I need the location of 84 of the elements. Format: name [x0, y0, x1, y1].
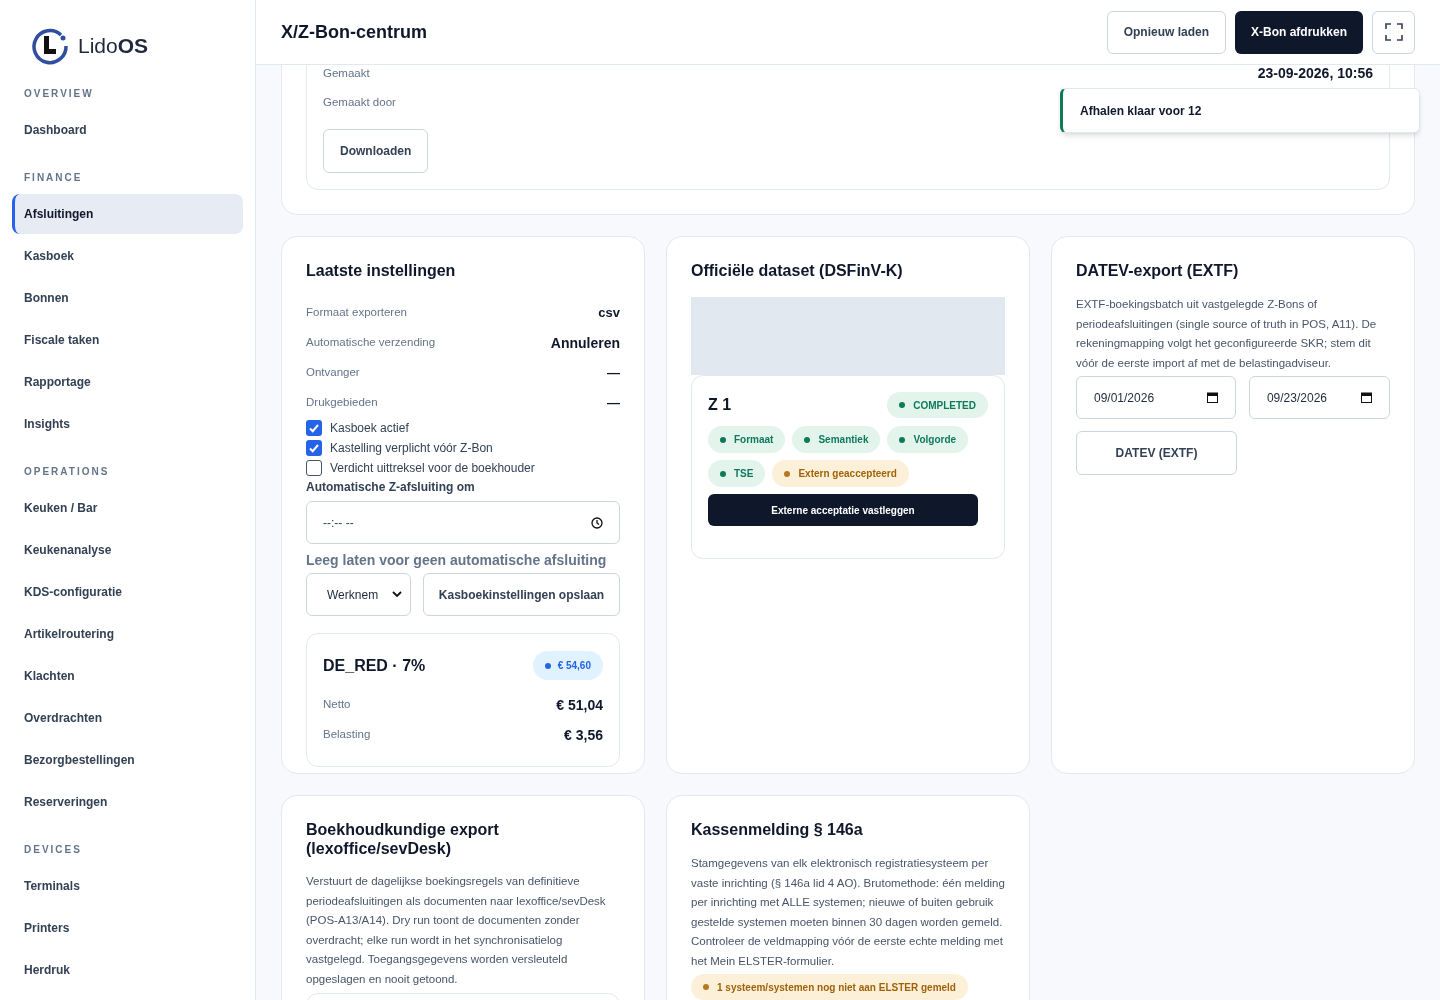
setting-value: csv — [598, 304, 620, 323]
fullscreen-button[interactable] — [1372, 10, 1415, 54]
setting-label: Automatische verzending — [306, 335, 436, 351]
print-button[interactable]: X-Bon afdrukken — [1235, 10, 1363, 54]
date-field[interactable]: 09/23/2026 — [1248, 376, 1390, 419]
nav-item[interactable]: Bonnen — [12, 278, 243, 318]
toast-notification: Afhalen klaar voor 12 — [1060, 88, 1420, 133]
status-tag: TSE — [708, 460, 766, 487]
status-tag: Volgorde — [887, 426, 969, 453]
checkbox-label: Kasboek actief — [330, 420, 409, 437]
checkbox[interactable] — [306, 440, 322, 456]
setting-value: — — [607, 364, 620, 383]
record-acceptance-button[interactable]: Externe acceptatie vastleggen — [708, 494, 978, 526]
setting-value: — — [607, 394, 620, 413]
field-label: Automatische Z-afsluiting om — [306, 479, 476, 496]
nav-item[interactable]: Overdrachten — [12, 698, 243, 738]
page-title: X/Z-Bon-centrum — [281, 20, 428, 44]
logo-text: LidoOS — [78, 33, 149, 60]
fullscreen-icon — [1384, 23, 1403, 41]
nav-item[interactable]: Terminals — [12, 866, 243, 906]
section-heading: DEVICES — [23, 843, 83, 857]
nav-item[interactable]: Keuken / Bar — [12, 488, 243, 528]
nav-item[interactable]: Dashboard — [12, 110, 243, 150]
status-tag: Extern geaccepteerd — [772, 460, 909, 487]
status-tag: 1 systeem/systemen nog niet aan ELSTER gemeld — [691, 974, 968, 1000]
tax-title: DE_RED · 7% — [323, 655, 426, 676]
checkbox-label: Verdicht uittreksel voor de boekhouder — [330, 460, 535, 477]
time-value: --:-- -- — [323, 514, 354, 532]
download-button[interactable]: Downloaden — [323, 129, 429, 173]
chevron-down-icon — [392, 591, 402, 598]
amount-value: € 3,56 — [564, 725, 603, 745]
nav-item[interactable]: Afsluitingen — [12, 194, 243, 234]
amount-label: Netto — [323, 697, 351, 713]
nav-item[interactable]: Printers — [12, 908, 243, 948]
reload-button[interactable]: Opnieuw laden — [1106, 10, 1226, 54]
description-text: Stamgegevens van elk elektronisch registratiesysteem per vaste inrichting (§ 146a lid 4 AO). Brutomethode: één melding per inrichting met ALLE systemen; nieuwe of buiten gebruik gestelde systemen moeten binnen 30 dagen worden gemeld. Controleer de veldmapping vóór de eerste echte melding met het Mein ELSTER-formulier. — [691, 856, 1005, 969]
section-heading: OVERVIEW — [23, 87, 95, 101]
setting-value: Annuleren — [550, 333, 620, 353]
setting-label: Drukgebieden — [306, 395, 378, 411]
nav-item[interactable]: Artikelroutering — [12, 614, 243, 654]
detail-label: Gemaakt — [323, 65, 370, 81]
description-text: Verstuurt de dagelijkse boekingsregels van definitieve periodeafsluitingen als documenten naar lexoffice/sevDesk (POS-A13/A14). Dry run toont de documenten zonder overdracht; elke run wordt in het synchronisatielog vastgelegd. Toegangsgegevens worden versleuteld opgeslagen en nooit getoond. — [306, 874, 607, 987]
card-title: Kassenmelding § 146a — [691, 820, 864, 840]
calendar-icon — [1361, 392, 1372, 403]
setting-label: Formaat exporteren — [306, 305, 407, 321]
nav-item[interactable]: Herdruk — [12, 950, 243, 990]
checkbox[interactable] — [306, 460, 322, 476]
nav-item[interactable]: Keukenanalyse — [12, 530, 243, 570]
date-field[interactable]: 09/01/2026 — [1076, 376, 1236, 419]
logo-icon — [30, 26, 70, 66]
section-heading: OPERATIONS — [23, 465, 111, 479]
status-tag: Semantiek — [792, 426, 881, 453]
section-heading: FINANCE — [23, 171, 84, 185]
amount-label: Belasting — [323, 727, 371, 743]
employee-select[interactable]: Werknem — [306, 573, 411, 616]
card-title: Laatste instellingen — [306, 261, 457, 281]
nav-item[interactable]: Klachten — [12, 656, 243, 696]
nav-item[interactable]: Rapportage — [12, 362, 243, 402]
nav-item[interactable]: Fiscale taken — [12, 320, 243, 360]
checkbox[interactable] — [306, 420, 322, 436]
datev-export-button[interactable]: DATEV (EXTF) — [1076, 431, 1237, 475]
nav-item[interactable]: KDS-configuratie — [12, 572, 243, 612]
card-title: Officiële dataset (DSFinV-K) — [691, 261, 904, 281]
time-field[interactable]: --:-- -- — [306, 501, 620, 544]
card-title: Boekhoudkundige export (lexoffice/sevDesk) — [306, 820, 500, 858]
nav-item[interactable]: Reserveringen — [12, 782, 243, 822]
amount-value: € 51,04 — [556, 695, 603, 715]
clock-icon — [591, 516, 603, 529]
nav-item[interactable]: Kasboek — [12, 236, 243, 276]
calendar-icon — [1206, 392, 1218, 403]
detail-label: Gemaakt door — [323, 94, 396, 110]
setting-label: Ontvanger — [306, 365, 360, 381]
amount-badge: € 54,60 — [532, 651, 603, 680]
status-tag: COMPLETED — [887, 392, 988, 418]
nav-item[interactable]: Insights — [12, 404, 243, 444]
entry-name: Z 1 — [708, 395, 732, 415]
description-text: EXTF-boekingsbatch uit vastgelegde Z-Bons of periodeafsluitingen (single source of truth in POS, A11). De rekeningmapping volgt het geconfigureerde SKR; stem dit vóór de eerste import af met de belastingadviseur. — [1076, 297, 1378, 371]
detail-value: 23-09-2026, 10:56 — [1257, 65, 1373, 83]
checkbox-label: Kastelling verplicht vóór Z-Bon — [330, 440, 493, 457]
save-settings-button[interactable]: Kasboekinstellingen opslaan — [423, 573, 620, 616]
nav-item[interactable]: Bezorgbestellingen — [12, 740, 243, 780]
hint-text: Leeg laten voor geen automatische afsluiting — [306, 551, 608, 569]
card-title: DATEV-export (EXTF) — [1076, 261, 1240, 281]
status-tag: Formaat — [708, 426, 786, 453]
